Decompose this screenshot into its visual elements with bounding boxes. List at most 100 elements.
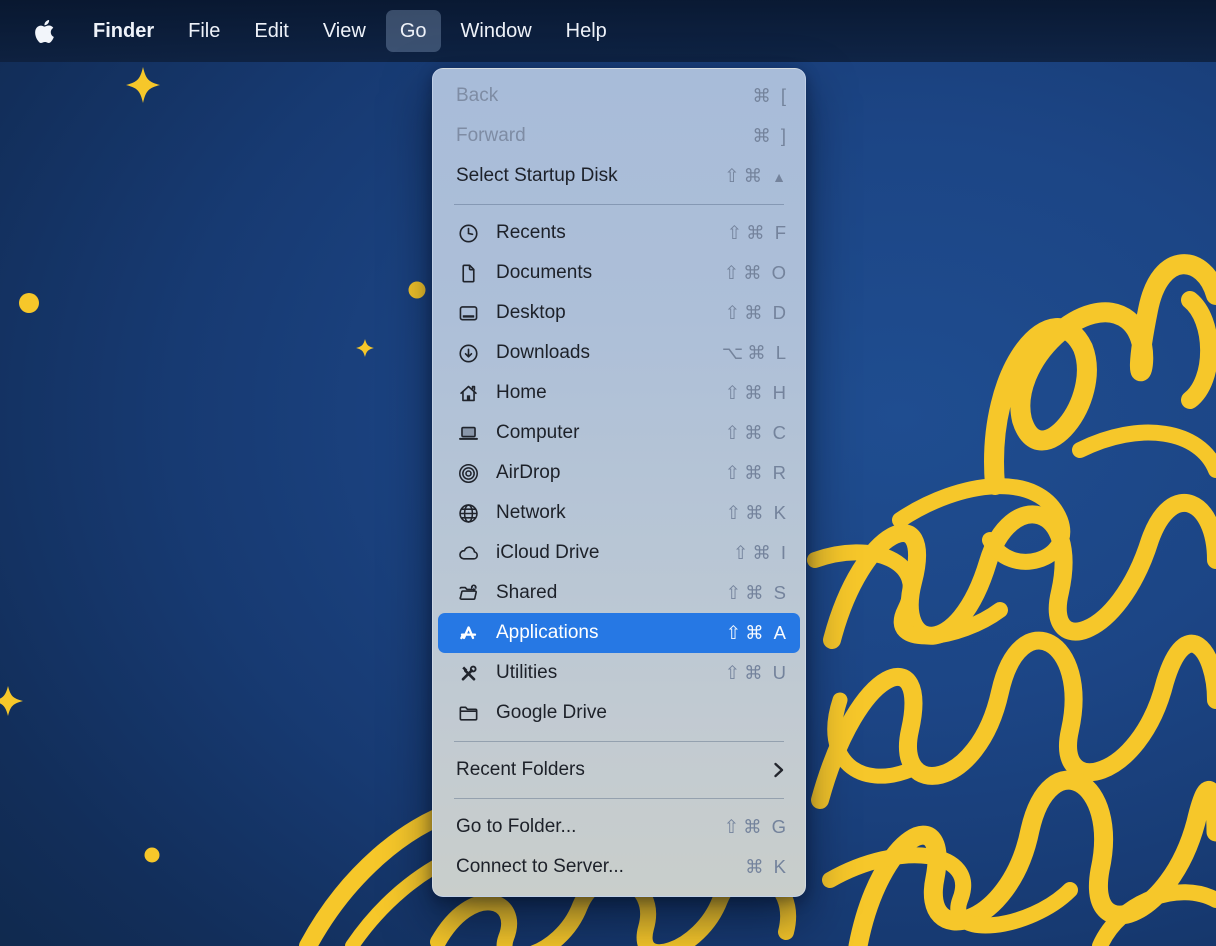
menu-item-icloud-drive[interactable]: iCloud Drive ⇧⌘ I (438, 533, 800, 573)
shortcut-key: I (781, 542, 786, 564)
shortcut-key: R (773, 462, 786, 484)
shortcut-key: S (774, 582, 786, 604)
shortcut: ⇧⌘ D (725, 302, 786, 324)
shortcut-key: D (773, 302, 786, 324)
menu-item-google-drive[interactable]: Google Drive (438, 693, 800, 733)
apple-menu[interactable] (22, 10, 67, 52)
menu-item-label: Applications (496, 622, 598, 644)
shortcut-key: U (773, 662, 786, 684)
shortcut-modifiers: ⇧⌘ (724, 262, 766, 284)
shortcut-key: C (773, 422, 786, 444)
menu-item-computer[interactable]: Computer ⇧⌘C (438, 413, 800, 453)
menu-item-documents[interactable]: Documents ⇧⌘ O (438, 253, 800, 293)
menu-item-label: Home (496, 382, 547, 404)
menubar-item-edit[interactable]: Edit (240, 10, 302, 52)
shortcut-key: ] (781, 125, 786, 147)
menu-item-downloads[interactable]: Downloads ⌥⌘L (438, 333, 800, 373)
shortcut: ⌘[ (752, 85, 786, 107)
menu-item-label: iCloud Drive (496, 542, 599, 564)
chevron-right-icon (771, 761, 786, 779)
menu-item-label: Go to Folder... (456, 816, 576, 838)
menu-item-select-startup-disk[interactable]: Select Startup Disk ⇧⌘ ▲ (438, 156, 800, 196)
go-menu: Back ⌘[ Forward ⌘] Select Startup Disk ⇧… (432, 68, 806, 897)
shortcut-key: K (774, 856, 786, 878)
shortcut: ⇧⌘ ▲ (724, 165, 786, 187)
menubar-item-finder[interactable]: Finder (79, 10, 168, 52)
menubar-item-window[interactable]: Window (447, 10, 546, 52)
download-circle-icon (456, 341, 481, 365)
menu-item-label: Back (456, 85, 498, 107)
menu-item-label: Select Startup Disk (456, 165, 618, 187)
sparkle-stars (0, 67, 426, 863)
shortcut-modifiers: ⇧⌘ (724, 165, 766, 187)
shortcut-modifiers: ⌥⌘ (722, 342, 770, 364)
cloud-icon (456, 541, 481, 565)
menu-item-label: Google Drive (496, 702, 607, 724)
shortcut-modifiers: ⇧⌘ (725, 462, 767, 484)
menu-item-label: Documents (496, 262, 592, 284)
home-icon (456, 381, 481, 405)
menu-item-label: Recents (496, 222, 566, 244)
menu-item-recents[interactable]: Recents ⇧⌘ F (438, 213, 800, 253)
shortcut-key: F (775, 222, 786, 244)
shortcut: ⇧⌘S (726, 582, 786, 604)
shortcut-key: ▲ (772, 169, 786, 185)
shortcut-modifiers: ⇧⌘ (733, 542, 775, 564)
menu-separator (454, 741, 784, 742)
shortcut: ⇧⌘ I (733, 542, 786, 564)
menubar-item-view[interactable]: View (309, 10, 380, 52)
shortcut-modifiers: ⇧⌘ (726, 622, 768, 644)
menu-item-label: Network (496, 502, 566, 524)
menu-item-utilities[interactable]: Utilities ⇧⌘U (438, 653, 800, 693)
utilities-icon (456, 661, 481, 685)
shortcut: ⇧⌘A (726, 622, 786, 644)
menu-item-network[interactable]: Network ⇧⌘K (438, 493, 800, 533)
menu-item-applications[interactable]: Applications ⇧⌘A (438, 613, 800, 653)
shortcut-modifiers: ⇧⌘ (725, 382, 767, 404)
clock-icon (456, 221, 481, 245)
menubar-item-help[interactable]: Help (552, 10, 621, 52)
menu-item-airdrop[interactable]: AirDrop ⇧⌘R (438, 453, 800, 493)
menubar-item-go[interactable]: Go (386, 10, 441, 52)
shortcut-modifiers: ⌘ (745, 856, 768, 878)
shortcut: ⌥⌘L (722, 342, 786, 364)
menubar-item-file[interactable]: File (174, 10, 234, 52)
shortcut: ⌘K (745, 856, 786, 878)
shortcut: ⇧⌘K (726, 502, 786, 524)
document-icon (456, 261, 481, 285)
menu-item-back: Back ⌘[ (438, 76, 800, 116)
shortcut: ⇧⌘ O (724, 262, 786, 284)
shortcut: ⇧⌘ G (724, 816, 786, 838)
shortcut-modifiers: ⇧⌘ (724, 816, 766, 838)
airdrop-icon (456, 461, 481, 485)
menu-item-home[interactable]: Home ⇧⌘ H (438, 373, 800, 413)
shared-folder-icon (456, 581, 481, 605)
folder-icon (456, 701, 481, 725)
shortcut-key: O (772, 262, 786, 284)
menu-item-shared[interactable]: Shared ⇧⌘S (438, 573, 800, 613)
shortcut-key: H (773, 382, 786, 404)
shortcut: ⇧⌘U (725, 662, 786, 684)
menu-item-label: Connect to Server... (456, 856, 624, 878)
menu-separator (454, 798, 784, 799)
apple-logo-icon (35, 20, 54, 43)
menu-bar: Finder File Edit View Go Window Help (0, 0, 1216, 62)
shortcut: ⇧⌘ H (725, 382, 786, 404)
menu-item-label: Shared (496, 582, 557, 604)
menu-item-connect-to-server[interactable]: Connect to Server... ⌘K (438, 847, 800, 887)
appstore-icon (456, 621, 481, 645)
shortcut-key: G (772, 816, 786, 838)
shortcut: ⇧⌘C (725, 422, 786, 444)
menu-item-desktop[interactable]: Desktop ⇧⌘ D (438, 293, 800, 333)
shortcut: ⇧⌘ F (727, 222, 786, 244)
globe-icon (456, 501, 481, 525)
shortcut-modifiers: ⇧⌘ (727, 222, 769, 244)
menu-separator (454, 204, 784, 205)
menu-item-recent-folders[interactable]: Recent Folders (438, 750, 800, 790)
shortcut-modifiers: ⇧⌘ (725, 302, 767, 324)
shortcut-key: [ (781, 85, 786, 107)
shortcut-modifiers: ⇧⌘ (726, 502, 768, 524)
menu-item-go-to-folder[interactable]: Go to Folder... ⇧⌘ G (438, 807, 800, 847)
shortcut: ⌘] (752, 125, 786, 147)
menu-item-label: Desktop (496, 302, 566, 324)
